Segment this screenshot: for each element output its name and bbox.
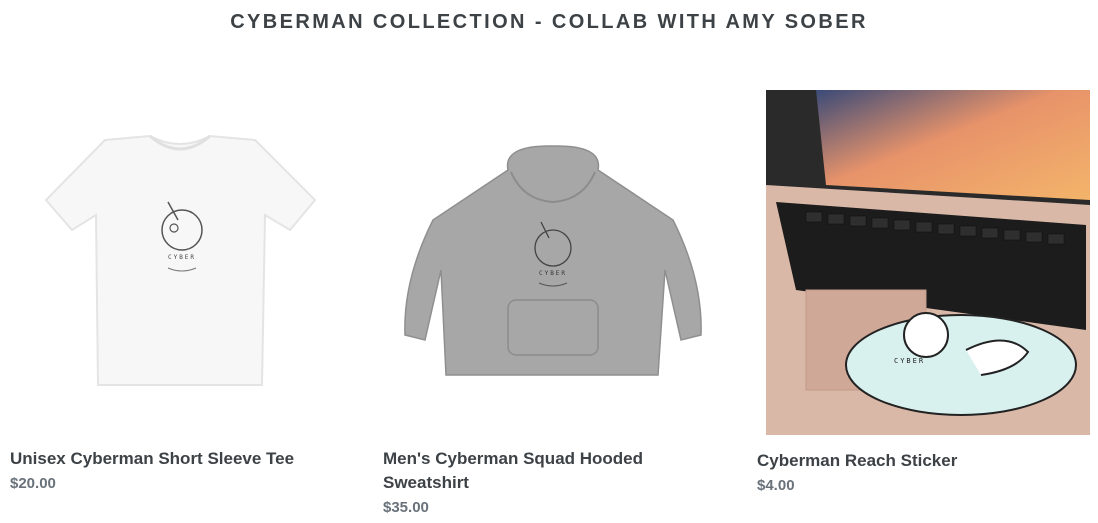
product-price: $35.00 xyxy=(383,499,429,516)
sticker-print-text: CYBER xyxy=(894,357,925,365)
product-title[interactable]: Men's Cyberman Squad Hooded Sweatshirt xyxy=(383,447,683,495)
tshirt-image[interactable]: CYBER xyxy=(10,90,350,430)
product-price: $4.00 xyxy=(757,477,795,494)
collection-title: CYBERMAN COLLECTION - COLLAB WITH AMY SO… xyxy=(230,11,868,33)
laptop-sticker-photo[interactable]: CYBER xyxy=(766,90,1090,435)
hoodie-print-text: CYBER xyxy=(539,270,567,277)
product-title[interactable]: Unisex Cyberman Short Sleeve Tee xyxy=(10,447,350,471)
product-price: $20.00 xyxy=(10,475,56,492)
hoodie-image[interactable]: CYBER xyxy=(383,90,723,430)
tee-print-text: CYBER xyxy=(168,254,196,261)
product-title[interactable]: Cyberman Reach Sticker xyxy=(757,449,1077,473)
